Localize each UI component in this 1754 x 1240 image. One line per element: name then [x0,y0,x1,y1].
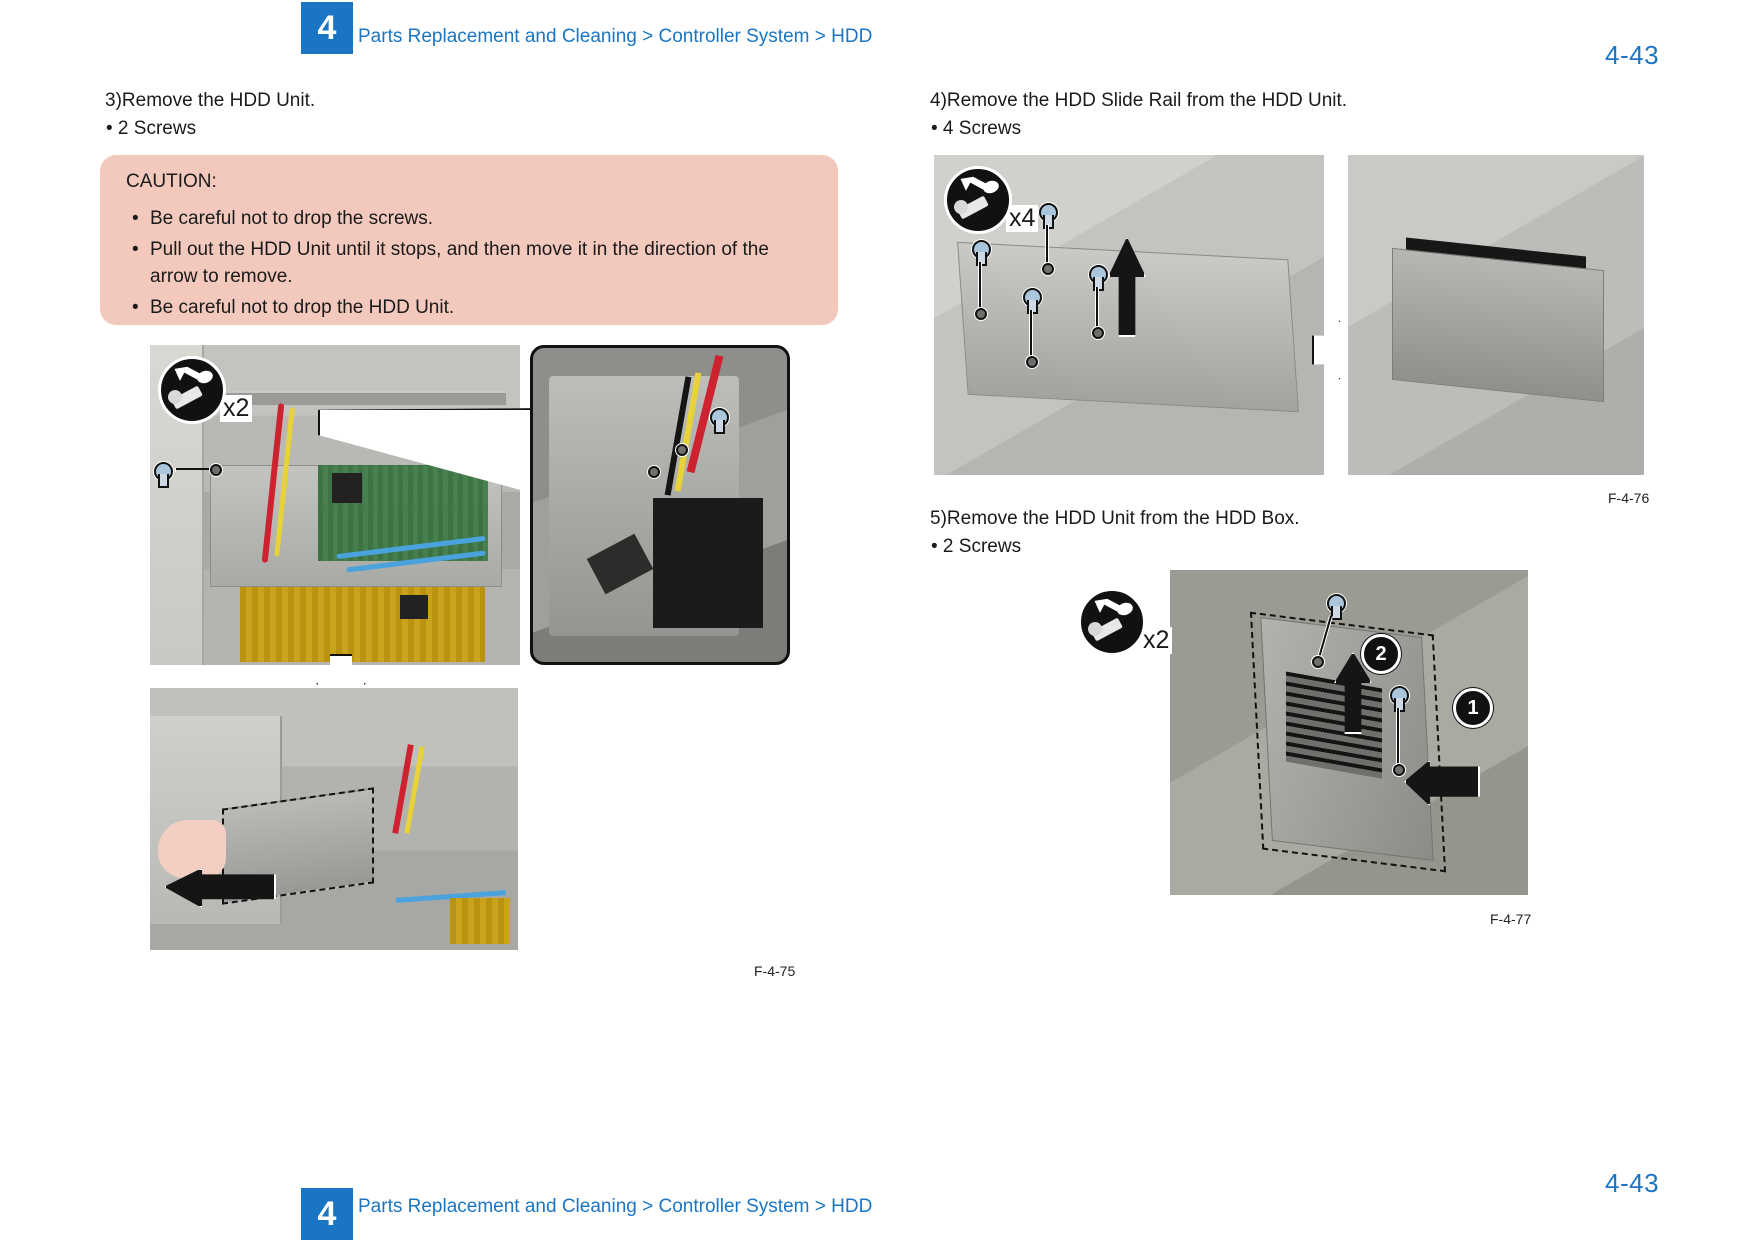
screw-leader-line [176,468,212,472]
screw-icon [1089,265,1108,291]
screw-leader-line [1397,708,1399,766]
screwdriver-icon [1078,588,1146,656]
screw-removal-badge-x2: x2 [158,356,253,424]
step-3-bullet: • 2 Screws [106,118,197,139]
footer-breadcrumb: Parts Replacement and Cleaning > Control… [358,1196,873,1217]
screw-icon [972,240,991,266]
screw-icon [1327,594,1346,620]
ic-chip [400,595,428,619]
caution-item: Be careful not to drop the screws. [126,205,812,232]
figure-f-4-75-detail-photo [530,345,790,665]
screw-icon [1390,686,1409,712]
screw-shaft-icon [976,252,987,266]
step-3-heading: 3)Remove the HDD Unit. [105,90,315,112]
page-number-bottom: 4-43 [1605,1168,1660,1198]
step-4-text: Remove the HDD Slide Rail from the HDD U… [946,90,1348,111]
heatsink [332,473,362,503]
screw-leader-line [979,262,981,310]
inset-cavity [653,498,763,628]
figure-caption: F-4-77 [1490,911,1532,927]
screw-hole-icon [210,464,222,476]
screw-quantity-label: x2 [1140,627,1173,654]
step-4-number: 4) [930,90,947,111]
screw-shaft-icon [1331,606,1342,620]
screw-icon [1039,203,1058,229]
screw-shaft-icon [158,474,169,488]
callout-2: 2 [1361,634,1401,674]
screwdriver-icon [158,356,226,424]
screw-hole-icon [975,308,987,320]
figure-caption: F-4-75 [754,963,796,979]
caution-item: Be careful not to drop the HDD Unit. [126,294,812,321]
page-number-top: 4-43 [1605,40,1660,70]
screw-slot-icon [981,178,1001,196]
screw-hole-icon [1393,764,1405,776]
screw-slot-icon [1115,600,1135,618]
screw-removal-badge-x4: x4 [944,166,1039,234]
screw-leader-line [1046,225,1048,265]
screw-quantity-label: x4 [1006,205,1039,232]
screw-shaft-icon [1027,300,1038,314]
caution-title: CAUTION: [126,171,217,192]
screw-removal-badge-x2-step5: x2 [1078,588,1173,656]
screw-icon [154,462,173,488]
screw-quantity-label: x2 [220,395,253,422]
step-5-text: Remove the HDD Unit from the HDD Box. [946,508,1300,529]
callout-1: 1 [1453,688,1493,728]
caution-box: CAUTION: Be careful not to drop the scre… [100,155,838,325]
screwdriver-icon [944,166,1012,234]
figure-caption: F-4-76 [1608,490,1650,506]
gold-pcb [450,898,510,944]
step-5-number: 5) [930,508,947,529]
figure-f-4-76-right-photo [1348,155,1644,475]
hdd-unit-outline [1249,611,1447,873]
screw-hole-icon [1026,356,1038,368]
caution-item: Pull out the HDD Unit until it stops, an… [126,236,812,290]
screw-shaft-icon [714,420,725,434]
screw-hole-icon [676,444,688,456]
step-3-number: 3) [105,90,122,111]
screw-shaft-icon [1394,698,1405,712]
figure-f-4-75-lower-photo [150,688,518,950]
step-3-text: Remove the HDD Unit. [121,90,316,111]
caution-list: Be careful not to drop the screws. Pull … [126,205,812,321]
screw-icon [710,408,729,434]
step-4-heading: 4)Remove the HDD Slide Rail from the HDD… [930,90,1347,112]
screw-hole-icon [1092,327,1104,339]
hand-illustration [158,820,226,878]
screw-hole-icon [648,466,660,478]
screw-leader-line [1096,287,1098,329]
screw-shaft-icon [1093,277,1104,291]
header-chapter-badge: 4 [301,2,353,54]
figure-f-4-77-photo [1170,570,1528,895]
screw-hole-icon [1312,656,1324,668]
gold-pcb [240,587,485,662]
step-5-heading: 5)Remove the HDD Unit from the HDD Box. [930,508,1300,530]
hdd-box [1392,247,1604,403]
screw-slot-icon [195,368,215,386]
screw-shaft-icon [1043,215,1054,229]
step-4-bullet: • 4 Screws [931,118,1022,139]
breadcrumb: Parts Replacement and Cleaning > Control… [358,26,873,47]
screw-leader-line [1030,310,1032,358]
footer-chapter-badge: 4 [301,1188,353,1240]
step-5-bullet: • 2 Screws [931,536,1022,557]
screw-icon [1023,288,1042,314]
screw-hole-icon [1042,263,1054,275]
